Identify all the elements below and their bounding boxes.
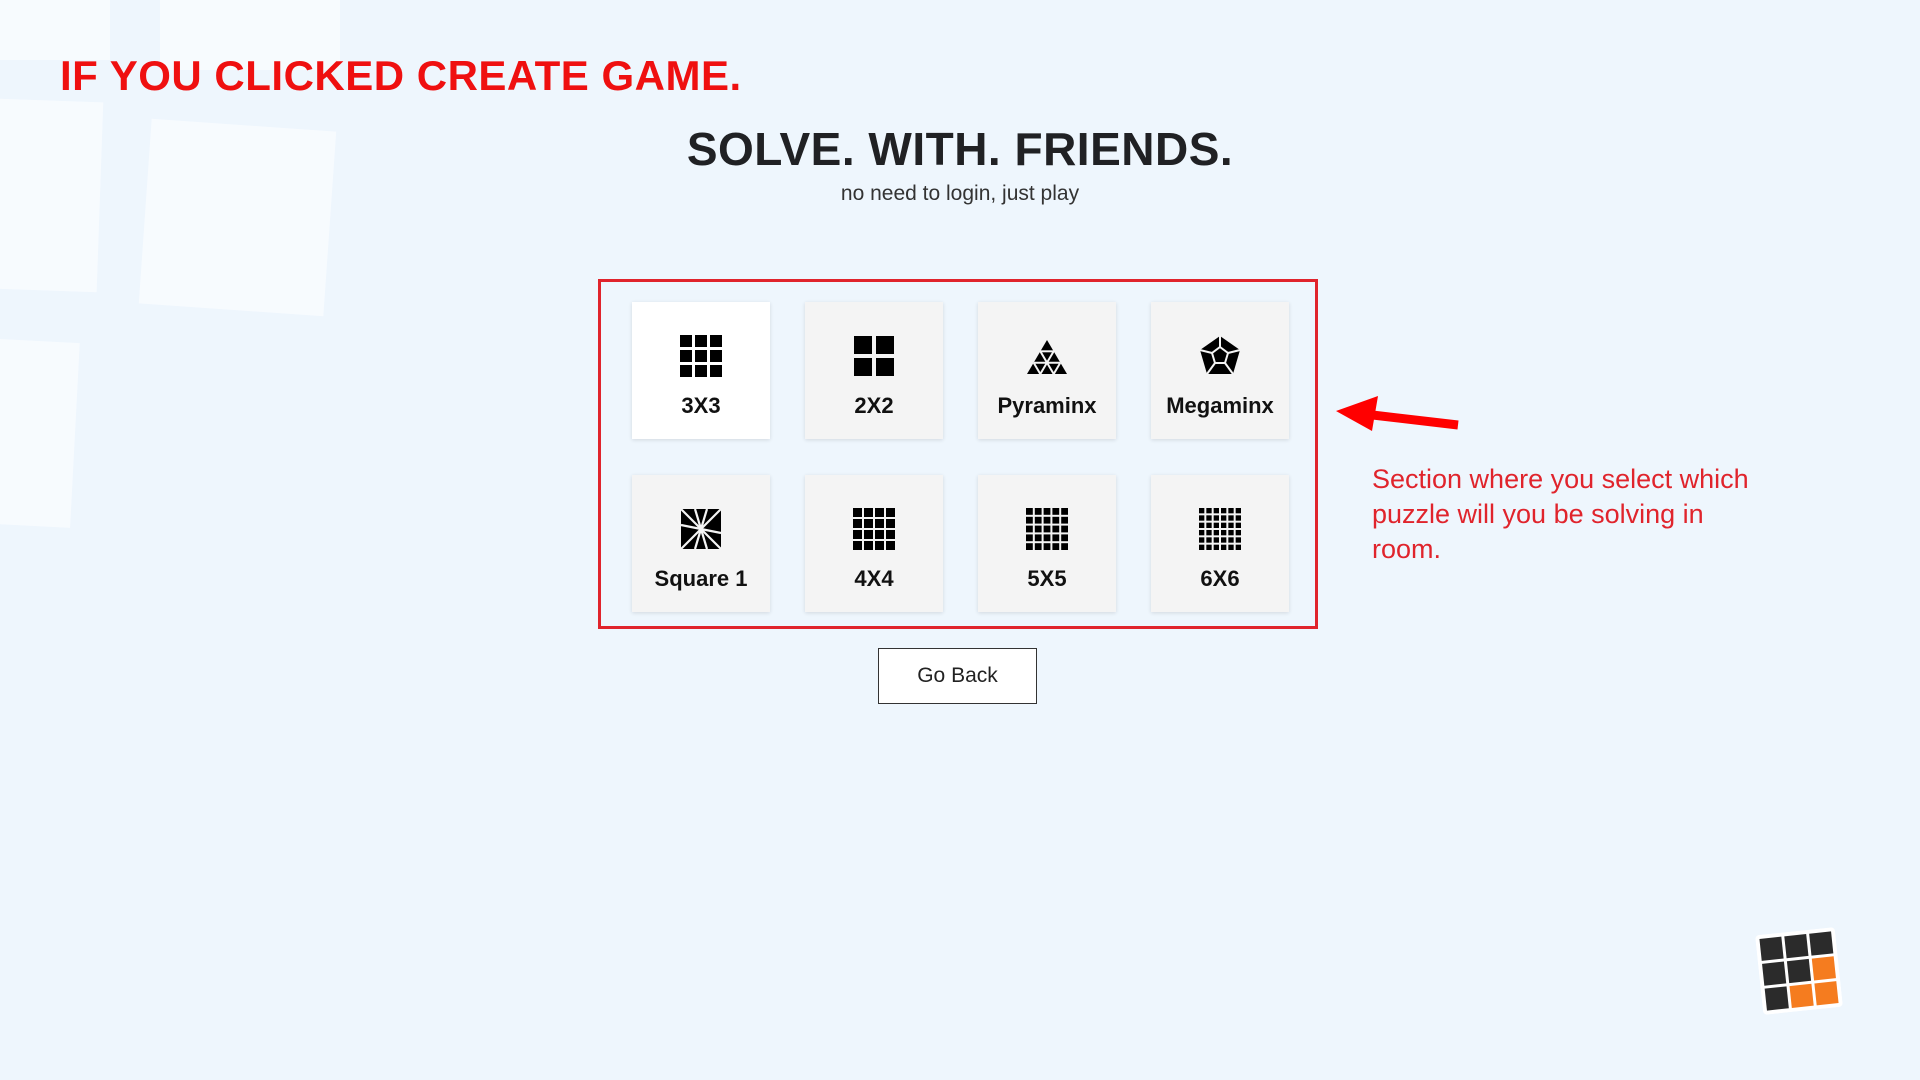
background-square <box>0 337 80 528</box>
puzzle-label: 4X4 <box>854 566 894 591</box>
puzzle-grid: 3X3 2X2 Pyraminx Megaminx Square 1 4X4 5… <box>632 302 1289 612</box>
puzzle-label: Megaminx <box>1166 393 1274 418</box>
puzzle-card-pyraminx[interactable]: Pyraminx <box>978 302 1116 439</box>
puzzle-card-5x5[interactable]: 5X5 <box>978 475 1116 612</box>
puzzle-label: 2X2 <box>854 393 894 418</box>
page-subtitle: no need to login, just play <box>840 182 1080 205</box>
puzzle-card-square-1[interactable]: Square 1 <box>632 475 770 612</box>
megaminx-icon <box>1199 336 1241 375</box>
puzzle-card-6x6[interactable]: 6X6 <box>1151 475 1289 612</box>
puzzle-card-2x2[interactable]: 2X2 <box>805 302 943 439</box>
cube-5x5-icon <box>1026 508 1068 550</box>
go-back-button[interactable]: Go Back <box>878 648 1037 704</box>
cube-3x3-icon <box>680 335 722 377</box>
annotation-arrow-icon <box>1336 396 1459 431</box>
pyraminx-icon <box>1027 340 1067 375</box>
cube-logo-icon <box>1755 927 1843 1015</box>
puzzle-card-megaminx[interactable]: Megaminx <box>1151 302 1289 439</box>
puzzle-label: Square 1 <box>654 566 748 591</box>
background-square <box>0 0 110 60</box>
square-1-icon <box>680 508 722 550</box>
cube-4x4-icon <box>853 508 895 550</box>
puzzle-label: 6X6 <box>1200 566 1240 591</box>
annotation-heading: IF YOU CLICKED CREATE GAME. <box>60 52 742 99</box>
puzzle-card-3x3[interactable]: 3X3 <box>632 302 770 439</box>
cube-6x6-icon <box>1199 508 1241 550</box>
puzzle-label: 5X5 <box>1027 566 1067 591</box>
puzzle-selection-highlight: 3X3 2X2 Pyraminx Megaminx Square 1 4X4 5… <box>598 279 1318 629</box>
puzzle-label: Pyraminx <box>997 393 1097 418</box>
page-title: SOLVE. WITH. FRIENDS. <box>686 123 1234 175</box>
puzzle-card-4x4[interactable]: 4X4 <box>805 475 943 612</box>
puzzle-label: 3X3 <box>681 393 721 418</box>
cube-2x2-icon <box>854 336 894 376</box>
annotation-note: Section where you select which puzzle wi… <box>1372 464 1749 564</box>
